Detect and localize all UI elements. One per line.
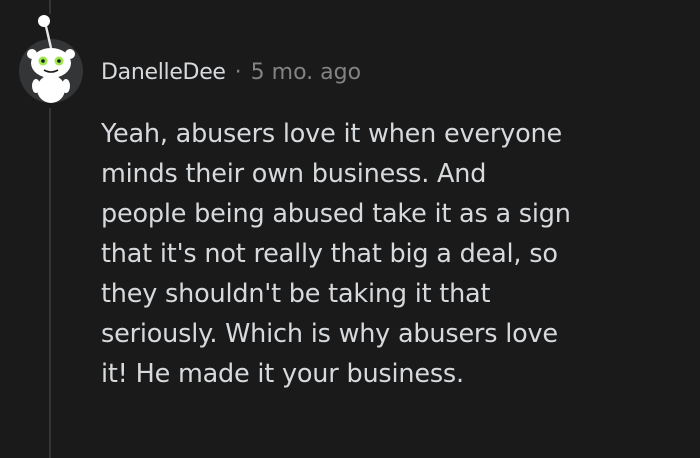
comment-body-line: Yeah, abusers love it when everyone: [101, 119, 562, 149]
comment-body-line: it! He made it your business.: [101, 359, 464, 389]
comment-author-link[interactable]: DanelleDee: [101, 60, 226, 85]
comment-header: DanelleDee · 5 mo. ago: [101, 56, 361, 88]
comment-body-line: they shouldn't be taking it that: [101, 279, 491, 309]
thread-line-parent[interactable]: [49, 0, 51, 14]
comment-body: Yeah, abusers love it when everyone mind…: [101, 114, 691, 394]
snoo-avatar-icon[interactable]: [18, 14, 84, 104]
comment-body-line: minds their own business. And: [101, 159, 487, 189]
comment-body-line: that it's not really that big a deal, so: [101, 239, 558, 269]
comment-timestamp[interactable]: 5 mo. ago: [251, 60, 361, 85]
thread-line[interactable]: [49, 108, 51, 458]
comment-body-line: seriously. Which is why abusers love: [101, 319, 558, 349]
comment-card: DanelleDee · 5 mo. ago Yeah, abusers lov…: [0, 0, 700, 458]
comment-body-line: people being abused take it as a sign: [101, 199, 571, 229]
meta-separator: ·: [234, 59, 242, 85]
